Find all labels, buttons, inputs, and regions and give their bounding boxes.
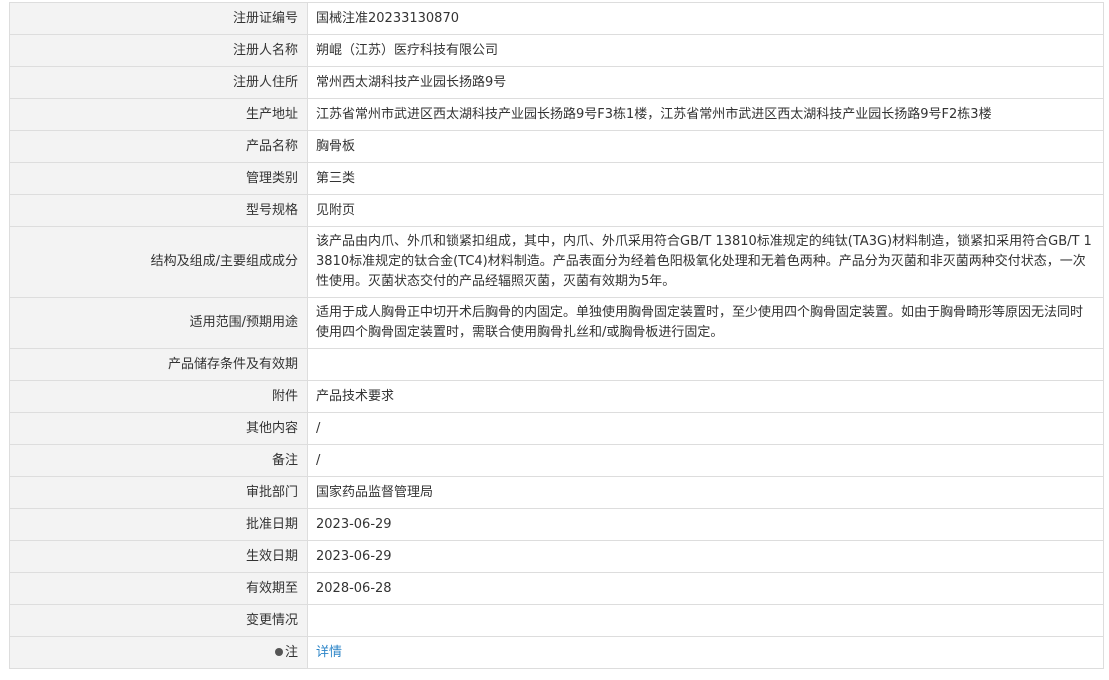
label-structure-composition: 结构及组成/主要组成成分 bbox=[9, 226, 308, 298]
row-note: 注 详情 bbox=[9, 636, 1104, 669]
row-approval-department: 审批部门 国家药品监督管理局 bbox=[9, 476, 1104, 509]
row-product-name: 产品名称 胸骨板 bbox=[9, 130, 1104, 163]
value-registration-number: 国械注准20233130870 bbox=[307, 2, 1104, 35]
label-valid-until: 有效期至 bbox=[9, 572, 308, 605]
note-label: 注 bbox=[284, 644, 298, 660]
value-structure-composition: 该产品由内爪、外爪和锁紧扣组成，其中，内爪、外爪采用符合GB/T 13810标准… bbox=[307, 226, 1104, 298]
row-registrant-address: 注册人住所 常州西太湖科技产业园长扬路9号 bbox=[9, 66, 1104, 99]
value-management-category: 第三类 bbox=[307, 162, 1104, 195]
value-intended-use: 适用于成人胸骨正中切开术后胸骨的内固定。单独使用胸骨固定装置时，至少使用四个胸骨… bbox=[307, 297, 1104, 349]
value-note: 详情 bbox=[307, 636, 1104, 669]
label-model-spec: 型号规格 bbox=[9, 194, 308, 227]
label-production-address: 生产地址 bbox=[9, 98, 308, 131]
row-change-history: 变更情况 bbox=[9, 604, 1104, 637]
label-attachment: 附件 bbox=[9, 380, 308, 413]
value-valid-until: 2028-06-28 bbox=[307, 572, 1104, 605]
row-attachment: 附件 产品技术要求 bbox=[9, 380, 1104, 413]
label-management-category: 管理类别 bbox=[9, 162, 308, 195]
value-registrant-name: 朔崐（江苏）医疗科技有限公司 bbox=[307, 34, 1104, 67]
label-change-history: 变更情况 bbox=[9, 604, 308, 637]
value-registrant-address: 常州西太湖科技产业园长扬路9号 bbox=[307, 66, 1104, 99]
row-approval-date: 批准日期 2023-06-29 bbox=[9, 508, 1104, 541]
row-effective-date: 生效日期 2023-06-29 bbox=[9, 540, 1104, 573]
value-remarks: / bbox=[307, 444, 1104, 477]
row-remarks: 备注 / bbox=[9, 444, 1104, 477]
value-change-history bbox=[307, 604, 1104, 637]
row-intended-use: 适用范围/预期用途 适用于成人胸骨正中切开术后胸骨的内固定。单独使用胸骨固定装置… bbox=[9, 297, 1104, 349]
row-production-address: 生产地址 江苏省常州市武进区西太湖科技产业园长扬路9号F3栋1楼，江苏省常州市武… bbox=[9, 98, 1104, 131]
row-registrant-name: 注册人名称 朔崐（江苏）医疗科技有限公司 bbox=[9, 34, 1104, 67]
details-link[interactable]: 详情 bbox=[316, 645, 342, 660]
value-product-name: 胸骨板 bbox=[307, 130, 1104, 163]
label-registrant-address: 注册人住所 bbox=[9, 66, 308, 99]
bulb-icon bbox=[274, 647, 283, 656]
value-approval-department: 国家药品监督管理局 bbox=[307, 476, 1104, 509]
label-note: 注 bbox=[9, 636, 308, 669]
label-approval-department: 审批部门 bbox=[9, 476, 308, 509]
label-approval-date: 批准日期 bbox=[9, 508, 308, 541]
label-effective-date: 生效日期 bbox=[9, 540, 308, 573]
label-other-content: 其他内容 bbox=[9, 412, 308, 445]
row-management-category: 管理类别 第三类 bbox=[9, 162, 1104, 195]
value-other-content: / bbox=[307, 412, 1104, 445]
label-storage-validity: 产品储存条件及有效期 bbox=[9, 348, 308, 381]
label-registration-number: 注册证编号 bbox=[9, 2, 308, 35]
label-product-name: 产品名称 bbox=[9, 130, 308, 163]
value-attachment: 产品技术要求 bbox=[307, 380, 1104, 413]
value-effective-date: 2023-06-29 bbox=[307, 540, 1104, 573]
value-production-address: 江苏省常州市武进区西太湖科技产业园长扬路9号F3栋1楼，江苏省常州市武进区西太湖… bbox=[307, 98, 1104, 131]
row-structure-composition: 结构及组成/主要组成成分 该产品由内爪、外爪和锁紧扣组成，其中，内爪、外爪采用符… bbox=[9, 226, 1104, 298]
row-model-spec: 型号规格 见附页 bbox=[9, 194, 1104, 227]
row-registration-number: 注册证编号 国械注准20233130870 bbox=[9, 2, 1104, 35]
value-model-spec: 见附页 bbox=[307, 194, 1104, 227]
registration-detail: 注册证编号 国械注准20233130870 注册人名称 朔崐（江苏）医疗科技有限… bbox=[9, 2, 1104, 669]
registration-table: 注册证编号 国械注准20233130870 注册人名称 朔崐（江苏）医疗科技有限… bbox=[9, 2, 1104, 669]
row-valid-until: 有效期至 2028-06-28 bbox=[9, 572, 1104, 605]
value-approval-date: 2023-06-29 bbox=[307, 508, 1104, 541]
value-storage-validity bbox=[307, 348, 1104, 381]
label-registrant-name: 注册人名称 bbox=[9, 34, 308, 67]
row-storage-validity: 产品储存条件及有效期 bbox=[9, 348, 1104, 381]
label-intended-use: 适用范围/预期用途 bbox=[9, 297, 308, 349]
row-other-content: 其他内容 / bbox=[9, 412, 1104, 445]
label-remarks: 备注 bbox=[9, 444, 308, 477]
